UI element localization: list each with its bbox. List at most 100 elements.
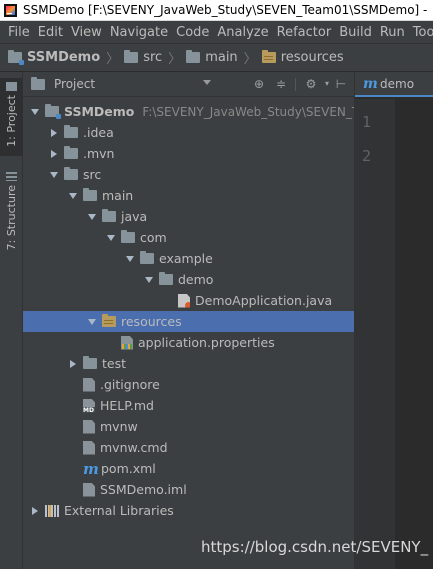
tree-row[interactable]: com: [23, 227, 354, 248]
menu-file[interactable]: File: [4, 25, 34, 40]
breadcrumb-item-ssmdemo[interactable]: SSMDemo: [8, 50, 100, 65]
tree-item-label: .mvn: [83, 146, 115, 161]
chevron-down-icon[interactable]: [203, 80, 211, 85]
line-gutter: 1 2: [355, 99, 395, 569]
tree-item-label: demo: [178, 272, 214, 287]
expand-right-icon[interactable]: [29, 507, 41, 515]
folder-icon: [102, 209, 116, 222]
project-icon: [6, 82, 17, 91]
expand-right-icon[interactable]: [67, 360, 79, 368]
tree-row[interactable]: mvnw: [23, 416, 354, 437]
hide-icon[interactable]: ⊢: [334, 77, 348, 91]
expand-down-icon[interactable]: [29, 109, 41, 115]
tree-row[interactable]: resources: [23, 311, 354, 332]
project-path-hint: F:\SEVENY_JavaWeb_Study\SEVEN_Te: [142, 104, 365, 119]
tree-row[interactable]: SSMDemo.iml: [23, 479, 354, 500]
breadcrumb-separator: 〉: [243, 52, 257, 67]
globe-icon[interactable]: ⊕: [252, 77, 266, 91]
title-bar: SSMDemo [F:\SEVENY_JavaWeb_Study\SEVEN_T…: [0, 0, 433, 21]
tree-row[interactable]: application.properties: [23, 332, 354, 353]
breadcrumb-label: main: [205, 50, 238, 65]
project-view-selector[interactable]: Project: [54, 77, 95, 91]
expand-right-icon[interactable]: [48, 129, 60, 137]
menu-navigate[interactable]: Navigate: [106, 25, 172, 40]
module-folder-icon: [8, 50, 24, 65]
left-tool-strip: 1: Project 7: Structure: [0, 72, 23, 569]
breadcrumb-item-src[interactable]: src: [124, 50, 162, 65]
expand-down-icon[interactable]: [67, 193, 79, 199]
tree-row[interactable]: demo: [23, 269, 354, 290]
editor-area: m demo 1 2: [354, 72, 433, 569]
folder-icon: [140, 251, 154, 264]
tree-item-label: mvnw.cmd: [100, 440, 168, 455]
tree-row[interactable]: java: [23, 206, 354, 227]
line-number: 2: [361, 147, 371, 165]
menu-run[interactable]: Run: [376, 25, 409, 40]
menu-edit[interactable]: Edit: [34, 25, 67, 40]
tree-item-label: main: [102, 188, 134, 203]
expand-down-icon[interactable]: [143, 277, 155, 283]
breadcrumb-separator: 〉: [168, 52, 182, 67]
tree-item-label: src: [83, 167, 102, 182]
tree-row[interactable]: example: [23, 248, 354, 269]
breadcrumb-label: src: [143, 50, 163, 65]
tree-item-label: External Libraries: [64, 503, 174, 518]
breadcrumb-item-resources[interactable]: resources: [261, 50, 344, 65]
folder-icon: [186, 50, 201, 63]
structure-icon: [6, 172, 17, 181]
tree-item-label: test: [102, 356, 127, 371]
editor-tab-bar: m demo: [355, 72, 433, 97]
tree-item-label: SSMDemo: [64, 104, 135, 119]
menu-code[interactable]: Code: [172, 25, 213, 40]
menu-build[interactable]: Build: [335, 25, 376, 40]
tree-item-label: SSMDemo.iml: [100, 482, 187, 497]
tree-row[interactable]: mvnw.cmd: [23, 437, 354, 458]
tree-item-label: pom.xml: [101, 461, 156, 476]
tree-row[interactable]: External Libraries: [23, 500, 354, 521]
tree-row[interactable]: SSMDemo F:\SEVENY_JavaWeb_Study\SEVEN_Te: [23, 101, 365, 122]
breadcrumb-separator: 〉: [106, 52, 120, 67]
tree-row[interactable]: .gitignore: [23, 374, 354, 395]
text-file-icon: [83, 419, 95, 434]
maven-icon: m: [83, 459, 99, 478]
folder-icon: [83, 188, 97, 201]
expand-down-icon[interactable]: [86, 319, 98, 325]
menu-tools[interactable]: Too: [409, 25, 433, 40]
tree-item-label: example: [159, 251, 213, 266]
properties-file-icon: [121, 335, 133, 350]
tree-item-label: mvnw: [100, 419, 138, 434]
chevron-down-icon[interactable]: ▾: [320, 77, 334, 91]
maven-icon: m: [363, 75, 378, 92]
menu-analyze[interactable]: Analyze: [213, 25, 272, 40]
tree-row[interactable]: src: [23, 164, 354, 185]
tree-item-label: HELP.md: [100, 398, 154, 413]
editor-tab-label: demo: [380, 76, 415, 91]
tool-tab-project[interactable]: 1: Project: [0, 78, 23, 156]
editor-tab-demo[interactable]: m demo: [355, 77, 414, 91]
expand-down-icon[interactable]: [48, 172, 60, 178]
watermark-text: https://blog.csdn.net/SEVENY_: [201, 538, 429, 556]
expand-down-icon[interactable]: [105, 235, 117, 241]
tree-row[interactable]: .mvn: [23, 143, 354, 164]
header-divider: [295, 78, 296, 91]
tree-item-label: application.properties: [138, 335, 275, 350]
breadcrumb-item-main[interactable]: main: [186, 50, 238, 65]
gear-icon[interactable]: ⚙: [304, 77, 318, 91]
tree-row[interactable]: main: [23, 185, 354, 206]
tool-tab-structure[interactable]: 7: Structure: [0, 168, 23, 250]
expand-down-icon[interactable]: [86, 214, 98, 220]
tree-row[interactable]: m pom.xml: [23, 458, 354, 479]
text-file-icon: [83, 440, 95, 455]
tree-row[interactable]: HELP.md: [23, 395, 354, 416]
tree-row[interactable]: DemoApplication.java: [23, 290, 354, 311]
project-panel: Project ⊕ ≑ ⚙ ▾ ⊢ SSMDemo F:\SEVENY_JavaW…: [23, 72, 365, 569]
expand-down-icon[interactable]: [124, 256, 136, 262]
collapse-icon[interactable]: ≑: [274, 77, 288, 91]
expand-right-icon[interactable]: [48, 150, 60, 158]
tree-item-label: resources: [121, 314, 182, 329]
menu-view[interactable]: View: [67, 25, 106, 40]
tree-row[interactable]: .idea: [23, 122, 354, 143]
menu-refactor[interactable]: Refactor: [273, 25, 336, 40]
tree-item-label: java: [121, 209, 148, 224]
tree-row[interactable]: test: [23, 353, 354, 374]
